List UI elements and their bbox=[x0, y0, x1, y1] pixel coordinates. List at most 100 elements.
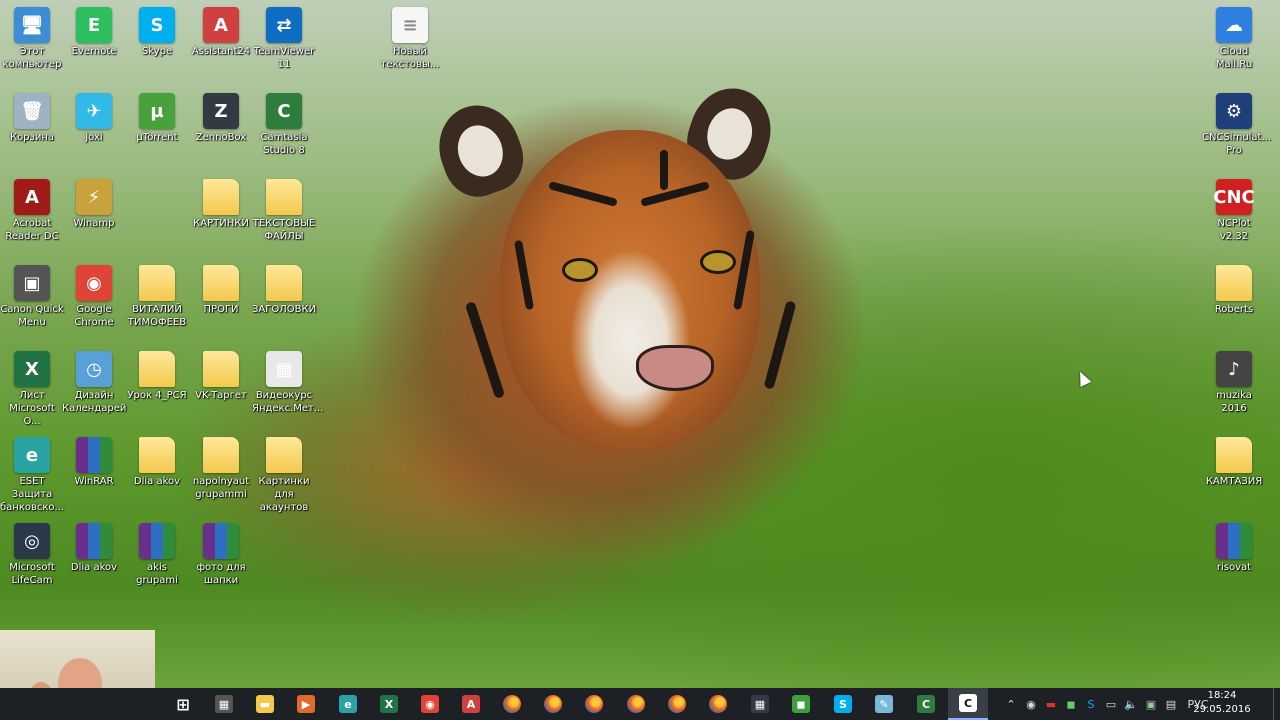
tray-app-icon[interactable]: ▣ bbox=[1142, 688, 1160, 720]
taskbar-notepad-button[interactable]: ✎ bbox=[864, 688, 904, 720]
desktop-icon-label: Evernote bbox=[71, 46, 117, 57]
desktop-icon-label: napolnyaut grupammi bbox=[192, 476, 250, 500]
desktop-icon[interactable]: ✈ joxi bbox=[62, 93, 126, 144]
skype-icon: S bbox=[834, 695, 852, 713]
desktop-icon-label: joxi bbox=[85, 132, 103, 143]
desktop-icon[interactable]: КАМТАЗИЯ bbox=[1202, 437, 1266, 488]
desktop-icon-image bbox=[1216, 265, 1252, 301]
taskbar-calculator-2-button[interactable]: ▦ bbox=[740, 688, 780, 720]
desktop-icon[interactable]: ◉ Google Chrome bbox=[62, 265, 126, 329]
desktop-icon-image bbox=[76, 437, 112, 473]
desktop-icon[interactable]: VK-Таргет bbox=[189, 351, 253, 402]
taskbar-firefox-4-button[interactable] bbox=[616, 688, 656, 720]
taskbar-app-green-button[interactable]: ◼ bbox=[781, 688, 821, 720]
taskbar-calculator-button[interactable]: ▦ bbox=[204, 688, 244, 720]
desktop-icon-label: ESET Защита банковско... bbox=[0, 476, 65, 513]
desktop-icon-label: ВИТАЛИЙ ТИМОФЕЕВ bbox=[127, 304, 187, 328]
taskbar-start-button[interactable]: ⊞ bbox=[163, 688, 203, 720]
desktop-icon-label: Корзина bbox=[9, 132, 55, 143]
taskbar-camtasia-recorder-button[interactable]: C bbox=[948, 688, 988, 720]
taskbar-excel-button[interactable]: X bbox=[369, 688, 409, 720]
desktop-icon[interactable]: ≡ Новый текстовы... bbox=[378, 7, 442, 71]
desktop-icon-label: Урок 4_РСЯ bbox=[127, 390, 187, 401]
firefox-1-icon bbox=[503, 695, 521, 713]
taskbar-firefox-6-button[interactable] bbox=[698, 688, 738, 720]
desktop-icon[interactable]: S Skype bbox=[125, 7, 189, 58]
desktop-icon[interactable]: Dlia akov bbox=[125, 437, 189, 488]
taskbar-firefox-5-button[interactable] bbox=[657, 688, 697, 720]
desktop-icon[interactable]: ВИТАЛИЙ ТИМОФЕЕВ bbox=[125, 265, 189, 329]
desktop-icon[interactable]: X Лист Microsoft O... bbox=[0, 351, 64, 428]
desktop-icon[interactable]: ПРОГИ bbox=[189, 265, 253, 316]
tray-app-icon[interactable]: ▬ bbox=[1042, 688, 1060, 720]
desktop-icon[interactable]: µ µTorrent bbox=[125, 93, 189, 144]
tray-app-icon[interactable]: ◼ bbox=[1062, 688, 1080, 720]
desktop-icon[interactable]: e ESET Защита банковско... bbox=[0, 437, 64, 514]
desktop-icon[interactable]: A Assistant24 bbox=[189, 7, 253, 58]
desktop-icon-label: КАМТАЗИЯ bbox=[1205, 476, 1263, 487]
desktop-icon[interactable]: Dlia akov bbox=[62, 523, 126, 574]
taskbar-chrome-button[interactable]: ◉ bbox=[410, 688, 450, 720]
desktop-icon[interactable]: КАРТИНКИ bbox=[189, 179, 253, 230]
desktop-icon-image: µ bbox=[139, 93, 175, 129]
wallpaper-tiger-face bbox=[500, 130, 760, 450]
desktop-icon-image: Z bbox=[203, 93, 239, 129]
taskbar-media-button[interactable]: ▶ bbox=[286, 688, 326, 720]
desktop-icon-image: ◉ bbox=[76, 265, 112, 301]
desktop-icon[interactable]: ЗАГОЛОВКИ bbox=[252, 265, 316, 316]
desktop-icon[interactable]: ⇄ TeamViewer 11 bbox=[252, 7, 316, 71]
wallpaper-stripe bbox=[464, 300, 506, 400]
desktop-icon[interactable]: akis grupami bbox=[125, 523, 189, 587]
desktop-icon[interactable]: 🖥 Этот компьютер bbox=[0, 7, 64, 71]
desktop-icon-image bbox=[203, 179, 239, 215]
desktop-icon[interactable]: ◷ Дизайн Календарей bbox=[62, 351, 126, 415]
desktop-icon[interactable]: Z ZennoBox bbox=[189, 93, 253, 144]
taskbar-camtasia-button[interactable]: C bbox=[906, 688, 946, 720]
tray-overflow-icon[interactable]: ⌃ bbox=[1002, 688, 1020, 720]
desktop-icon[interactable]: ⚡ Winamp bbox=[62, 179, 126, 230]
tray-app-icon[interactable]: ◉ bbox=[1022, 688, 1040, 720]
desktop-icon[interactable]: 🗑 Корзина bbox=[0, 93, 64, 144]
taskbar-file-explorer-button[interactable]: ▬ bbox=[245, 688, 285, 720]
desktop-icon[interactable]: ⚙ CNCSimulat... Pro bbox=[1202, 93, 1271, 157]
desktop-icon[interactable]: napolnyaut grupammi bbox=[189, 437, 253, 501]
desktop-icon[interactable]: Roberts bbox=[1202, 265, 1266, 316]
desktop-icon[interactable]: C Camtasia Studio 8 bbox=[252, 93, 316, 157]
taskbar-assistant-button[interactable]: A bbox=[451, 688, 491, 720]
desktop-icon-label: ТЕКСТОВЫЕ ФАЙЛЫ bbox=[252, 218, 316, 242]
desktop-icon[interactable]: ТЕКСТОВЫЕ ФАЙЛЫ bbox=[252, 179, 316, 243]
volume-icon[interactable]: 🔈 bbox=[1122, 688, 1140, 720]
desktop-icon-image: E bbox=[76, 7, 112, 43]
desktop-icon[interactable]: ☁ Cloud Mail.Ru bbox=[1202, 7, 1266, 71]
file-explorer-icon: ▬ bbox=[256, 695, 274, 713]
firefox-3-icon bbox=[585, 695, 603, 713]
desktop-icon[interactable]: Картинки для акаунтов bbox=[252, 437, 316, 514]
desktop-icon[interactable]: ◎ Microsoft LifeCam bbox=[0, 523, 64, 587]
taskbar-firefox-2-button[interactable] bbox=[533, 688, 573, 720]
desktop-icon-image: ◎ bbox=[14, 523, 50, 559]
desktop-icon[interactable]: A Acrobat Reader DC bbox=[0, 179, 64, 243]
network-icon[interactable]: ▭ bbox=[1102, 688, 1120, 720]
wallpaper-stripe bbox=[660, 150, 668, 190]
wallpaper-tiger-ear-left bbox=[427, 94, 533, 206]
desktop-icon[interactable]: ▣ Canon Quick Menu bbox=[0, 265, 64, 329]
firefox-5-icon bbox=[668, 695, 686, 713]
desktop-icon[interactable]: фото для шапки bbox=[189, 523, 253, 587]
clock[interactable]: 18:24 29.05.2016 bbox=[1192, 689, 1252, 717]
notifications-icon[interactable]: ▤ bbox=[1162, 688, 1180, 720]
desktop-icon-label: ZennoBox bbox=[195, 132, 247, 143]
taskbar-skype-button[interactable]: S bbox=[823, 688, 863, 720]
desktop-icon-label: µTorrent bbox=[136, 132, 178, 143]
desktop-icon[interactable]: WinRAR bbox=[62, 437, 126, 488]
show-desktop-button[interactable] bbox=[1273, 688, 1280, 720]
taskbar-eset-button[interactable]: e bbox=[328, 688, 368, 720]
taskbar-firefox-1-button[interactable] bbox=[492, 688, 532, 720]
desktop-icon[interactable]: E Evernote bbox=[62, 7, 126, 58]
desktop-icon[interactable]: risovat bbox=[1202, 523, 1266, 574]
desktop-icon[interactable]: CNC NCPlot v2.32 bbox=[1202, 179, 1266, 243]
desktop-icon[interactable]: Урок 4_РСЯ bbox=[125, 351, 189, 402]
desktop-icon[interactable]: ♪ muzika 2016 bbox=[1202, 351, 1266, 415]
taskbar-firefox-3-button[interactable] bbox=[574, 688, 614, 720]
desktop-icon[interactable]: ▦ Видеокурс Яндекс.Мет... bbox=[252, 351, 323, 415]
tray-skype-icon[interactable]: S bbox=[1082, 688, 1100, 720]
